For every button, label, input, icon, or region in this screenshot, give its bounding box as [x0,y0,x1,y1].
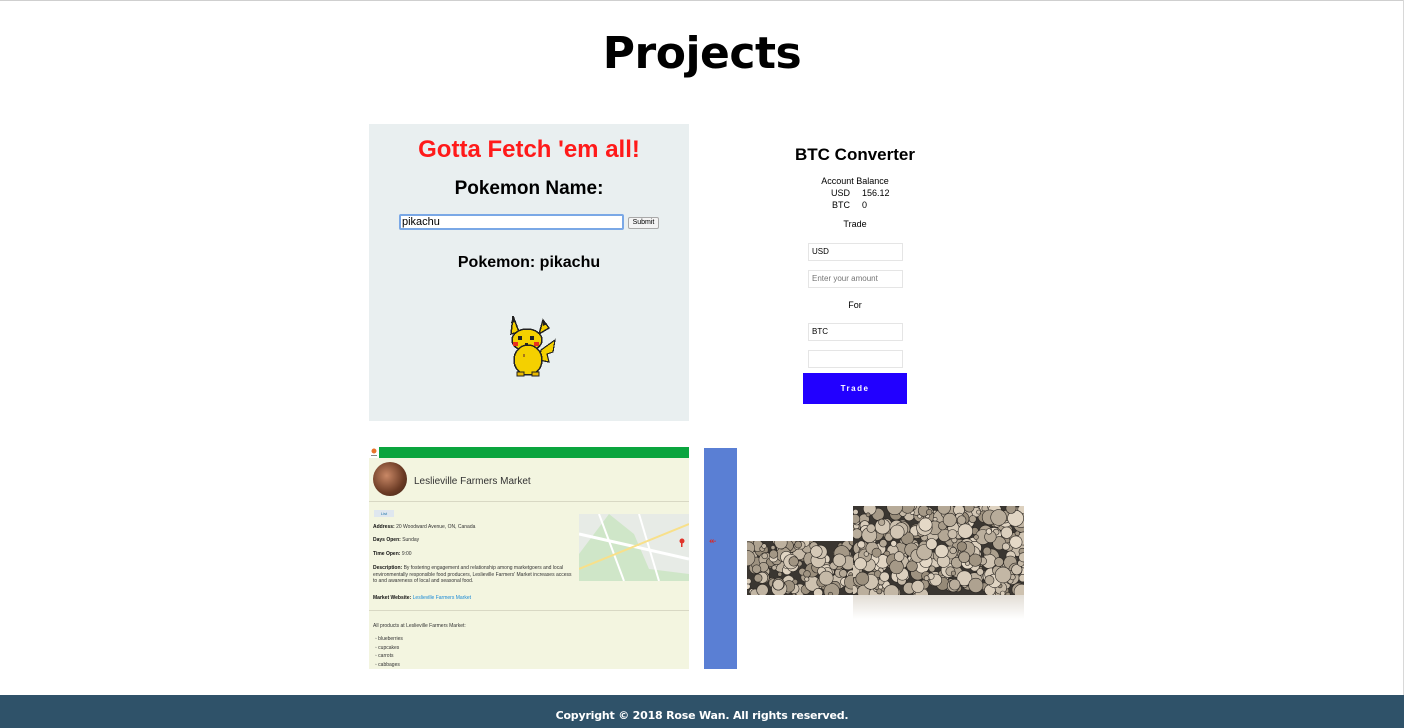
trade-label: Trade [843,219,867,229]
time-line: Time Open: 9:00 [373,551,412,557]
list-item: cupcakes [375,644,403,653]
list-button[interactable]: List [374,510,394,517]
footer: Copyright © 2018 Rose Wan. All rights re… [0,695,1404,728]
market-logo [369,447,379,458]
description-line: Description: By fostering engagement and… [373,565,572,584]
market-title: Leslieville Farmers Market [414,476,531,487]
products-heading: All products at Leslieville Farmers Mark… [373,623,466,629]
website-line: Market Website: Leslieville Farmers Mark… [373,595,472,601]
wood-logs-image-large[interactable] [853,506,1024,595]
pokemon-result: Pokemon: pikachu [457,254,601,271]
slider-project-card[interactable]: ↞ [704,448,737,669]
divider [369,501,689,502]
account-balance-label: Account Balance [821,176,889,186]
list-item: cabbages [375,661,403,670]
btc-title: BTC Converter [795,145,915,164]
products-list: blueberries cupcakes carrots cabbages [375,635,403,669]
pokemon-heading: Gotta Fetch 'em all! [418,136,640,163]
for-label: For [848,300,862,310]
market-map[interactable] [579,514,689,581]
result-field[interactable] [808,350,903,368]
to-currency-select[interactable]: BTC [808,323,903,341]
btc-balance: 0 [862,200,868,210]
copyright-text: Copyright © 2018 Rose Wan. All rights re… [555,709,849,722]
pokemon-name-input[interactable] [399,214,624,230]
days-line: Days Open: Sunday [373,537,420,543]
image-reflection [853,595,1024,619]
usd-balance: 156.12 [862,188,890,198]
divider [369,610,689,611]
arrow-icon[interactable]: ↞ [709,536,717,547]
market-nav-bar [379,447,689,458]
amount-input[interactable]: Enter your amount [808,270,903,288]
usd-label: USD [831,188,851,198]
pokemon-project-card[interactable]: Gotta Fetch 'em all! Pokemon Name: Submi… [369,124,689,421]
page-title: Projects [602,28,802,79]
submit-button[interactable]: Submit [628,217,659,229]
btc-converter-card: BTC Converter Account Balance USD 156.12… [730,124,980,421]
wood-logs-image-small[interactable] [747,541,853,595]
farmers-market-card[interactable]: Leslieville Farmers Market List Address:… [369,447,689,669]
address-line: Address: 20 Woodward Avenue, ON, Canada [373,524,476,530]
market-website-link[interactable]: Leslieville Farmers Market [413,595,471,601]
top-border [0,0,1404,1]
from-currency-select[interactable]: USD [808,243,903,261]
list-item: blueberries [375,635,403,644]
list-item: carrots [375,652,403,661]
pokemon-name-label: Pokemon Name: [454,178,604,199]
trade-button[interactable]: Trade [803,373,907,404]
market-avatar [373,462,407,496]
pikachu-sprite [510,315,556,377]
btc-label: BTC [832,200,850,210]
